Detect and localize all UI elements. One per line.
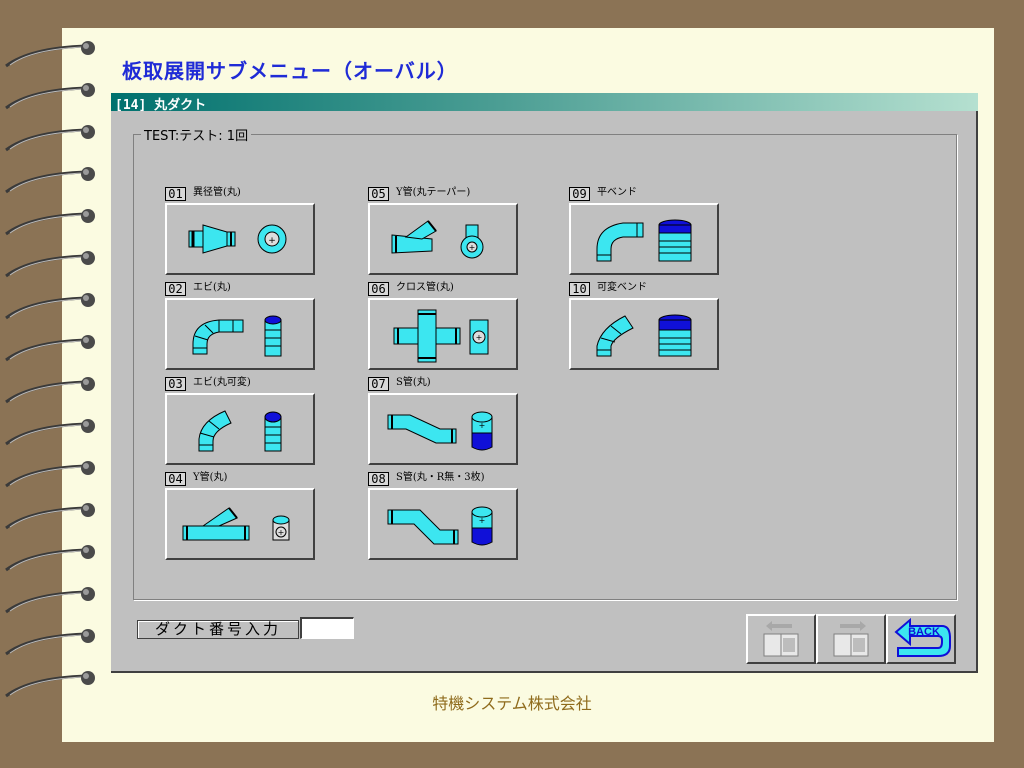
- elbow-variable-button[interactable]: [165, 393, 315, 465]
- duct-number-input[interactable]: [300, 617, 354, 639]
- variable-bend-button[interactable]: [569, 298, 719, 370]
- elbow-round-icon: [192, 315, 282, 357]
- duct-number-label: ダクト番号入力: [137, 620, 299, 639]
- menu-item-04: 04 Y管(丸) +: [165, 472, 315, 562]
- svg-text:+: +: [476, 333, 483, 342]
- s-pipe-3piece-button[interactable]: +: [368, 488, 518, 560]
- menu-item-02: 02 エビ(丸): [165, 282, 315, 372]
- spiral-ring: [5, 380, 87, 404]
- svg-text:+: +: [469, 243, 476, 252]
- s-pipe-3piece-icon: +: [387, 506, 493, 546]
- spiral-ring: [5, 464, 87, 488]
- cross-pipe-button[interactable]: +: [368, 298, 518, 370]
- spiral-ring: [5, 212, 87, 236]
- spiral-ring: [5, 590, 87, 614]
- item-number: 07: [368, 377, 389, 391]
- page-title: 板取展開サブメニュー（オーバル）: [122, 59, 458, 83]
- item-label: エビ(丸可変): [193, 377, 251, 388]
- spiral-ring: [5, 128, 87, 152]
- menu-item-03: 03 エビ(丸可変): [165, 377, 315, 467]
- svg-text:+: +: [479, 421, 486, 430]
- item-number: 06: [368, 282, 389, 296]
- y-pipe-round-icon: +: [182, 507, 290, 541]
- spiral-ring: [5, 296, 87, 320]
- duct-menu-window: [14] 丸ダクト TEST:テスト: 1回 01 異径管(丸) + 02 エビ…: [111, 93, 978, 673]
- cross-pipe-icon: +: [393, 309, 489, 363]
- prev-page-button[interactable]: [746, 614, 816, 664]
- item-label: 可変ベンド: [597, 282, 647, 293]
- flat-bend-button[interactable]: [569, 203, 719, 275]
- spiral-ring: [5, 548, 87, 572]
- window-titlebar: [14] 丸ダクト: [111, 93, 978, 113]
- prev-arrow-icon: [763, 621, 799, 657]
- s-pipe-round-button[interactable]: +: [368, 393, 518, 465]
- spiral-ring: [5, 422, 87, 446]
- menu-item-09: 09 平ベンド: [569, 187, 719, 277]
- s-pipe-round-icon: +: [387, 411, 493, 451]
- svg-text:+: +: [268, 236, 276, 246]
- back-button[interactable]: BACK: [886, 614, 956, 664]
- spiral-ring: [5, 338, 87, 362]
- svg-text:+: +: [479, 516, 486, 525]
- item-number: 05: [368, 187, 389, 201]
- spiral-ring: [5, 170, 87, 194]
- item-number: 01: [165, 187, 186, 201]
- menu-item-06: 06 クロス管(丸) +: [368, 282, 518, 372]
- back-label: BACK: [908, 626, 940, 638]
- variable-bend-icon: [596, 314, 692, 357]
- next-page-button[interactable]: [816, 614, 886, 664]
- back-arrow-icon: BACK: [894, 617, 951, 657]
- y-pipe-tapered-icon: +: [391, 220, 484, 259]
- item-label: エビ(丸): [193, 282, 231, 293]
- item-label: S管(丸): [396, 377, 431, 388]
- item-label: S管(丸・R無・3枚): [396, 472, 485, 483]
- spiral-ring: [5, 86, 87, 110]
- menu-item-08: 08 S管(丸・R無・3枚) +: [368, 472, 518, 562]
- y-pipe-round-button[interactable]: +: [165, 488, 315, 560]
- next-arrow-icon: [833, 621, 869, 657]
- svg-text:+: +: [278, 528, 285, 537]
- item-number: 10: [569, 282, 590, 296]
- menu-item-01: 01 異径管(丸) +: [165, 187, 315, 277]
- group-label: TEST:テスト: 1回: [141, 125, 252, 144]
- item-number: 09: [569, 187, 590, 201]
- elbow-variable-icon: [198, 410, 282, 452]
- reducer-round-button[interactable]: +: [165, 203, 315, 275]
- spiral-ring: [5, 506, 87, 530]
- item-label: Y管(丸テーパー): [396, 187, 471, 198]
- menu-item-07: 07 S管(丸) +: [368, 377, 518, 467]
- item-number: 02: [165, 282, 186, 296]
- spiral-ring: [5, 632, 87, 656]
- spiral-ring: [5, 254, 87, 278]
- window-title: [14] 丸ダクト: [115, 98, 207, 113]
- spiral-binding: [5, 41, 95, 698]
- menu-item-10: 10 可変ベンド: [569, 282, 719, 372]
- item-label: 異径管(丸): [193, 187, 241, 198]
- flat-bend-icon: [596, 219, 692, 262]
- spiral-ring: [5, 44, 87, 68]
- item-number: 04: [165, 472, 186, 486]
- item-label: クロス管(丸): [396, 282, 454, 293]
- item-number: 03: [165, 377, 186, 391]
- reducer-round-icon: +: [188, 224, 287, 254]
- item-label: 平ベンド: [597, 187, 637, 198]
- elbow-round-button[interactable]: [165, 298, 315, 370]
- item-label: Y管(丸): [193, 472, 228, 483]
- menu-item-05: 05 Y管(丸テーパー) +: [368, 187, 518, 277]
- company-footer: 特機システム株式会社: [432, 694, 592, 713]
- item-number: 08: [368, 472, 389, 486]
- y-pipe-tapered-button[interactable]: +: [368, 203, 518, 275]
